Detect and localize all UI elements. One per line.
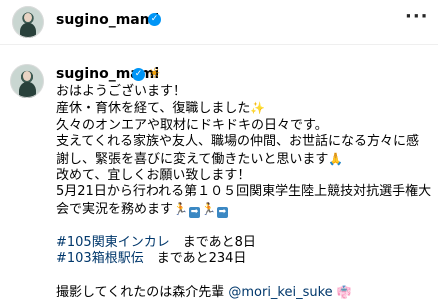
caption-text: 会で実況を務めます: [56, 201, 174, 217]
hashtag-link[interactable]: #105関東インカレ: [56, 235, 170, 250]
header-username[interactable]: sugino_mami: [56, 12, 159, 28]
post-caption: おはようございます！ 産休・育休を経て、復職しました✨ 久々のオンエアや取材にド…: [56, 84, 434, 301]
avatar-ring: [12, 6, 44, 38]
verified-badge-icon: ✓: [132, 68, 145, 81]
caption-text: 撮影してくれたのは森介先輩: [56, 284, 229, 300]
runner-emoji-icon: 🏃: [200, 201, 216, 216]
caption-line: 謝し、緊張を喜びに変えて働きたいと思います🙏: [56, 151, 434, 168]
verified-badge-icon: ✓: [148, 13, 161, 26]
header-avatar[interactable]: [12, 6, 44, 38]
header-divider: [0, 44, 438, 45]
post-header: sugino_mami ✓ ···: [0, 0, 438, 44]
mention-link[interactable]: @mori_kei_suke: [228, 285, 332, 300]
kimono-emoji-icon: 👘: [336, 284, 352, 299]
caption-line: 撮影してくれたのは森介先輩 @mori_kei_suke 👘: [56, 284, 434, 301]
caption-text: 産休・育休を経て、復職しました: [56, 101, 251, 117]
caption-line: 改めて、宜しくお願い致します！: [56, 168, 251, 184]
runner-emoji-icon: 🏃: [173, 201, 188, 216]
caption-text: まであと234日: [143, 251, 247, 267]
caption-line: #103箱根駅伝 まであと234日: [56, 251, 434, 267]
more-options-icon[interactable]: ···: [405, 6, 429, 27]
praying-hands-emoji-icon: 🙏: [328, 151, 344, 166]
sun-emoji-icon: ☀: [148, 66, 161, 82]
caption-line: 産休・育休を経て、復職しました✨: [56, 100, 434, 117]
caption-line: 5月21日から行われる第１０５回関東学生陸上競技対抗選手権大: [56, 184, 432, 200]
right-arrow-emoji-icon: ➡: [188, 206, 200, 218]
caption-text: まであと8日: [169, 234, 256, 250]
sparkle-emoji-icon: ✨: [250, 101, 266, 116]
caption-text: 謝し、緊張を喜びに変えて働きたいと思います: [56, 151, 329, 167]
hashtag-link[interactable]: #103箱根駅伝: [56, 251, 144, 266]
caption-avatar[interactable]: [10, 64, 44, 98]
avatar-ring: [10, 64, 44, 98]
caption-line: 支えてくれる家族や友人、職場の仲間、お世話になる方々に感: [56, 134, 419, 150]
right-arrow-emoji-icon: ➡: [216, 206, 228, 218]
caption-line: 会で実況を務めます🏃 ➡ 🏃 ➡: [56, 201, 434, 218]
caption-line: おはようございます！: [56, 84, 187, 99]
caption-line: 久々のオンエアや取材にドキドキの日々です。: [56, 117, 328, 133]
caption-line: #105関東インカレ まであと8日: [56, 235, 434, 251]
